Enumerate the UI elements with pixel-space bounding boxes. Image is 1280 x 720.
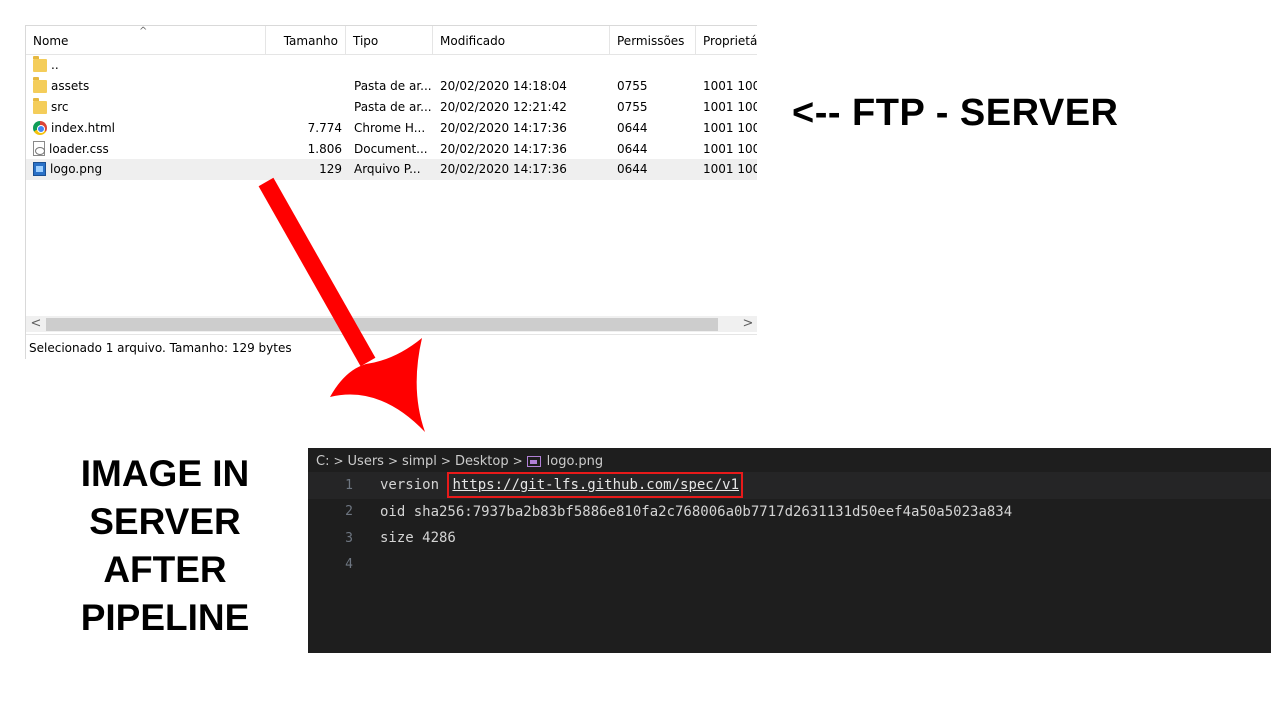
file-permissions: 0755 — [617, 79, 648, 94]
scrollbar-thumb[interactable] — [46, 318, 718, 331]
file-permissions: 0644 — [617, 162, 648, 177]
file-name: .. — [51, 58, 59, 73]
ftp-file-list-panel: Nome ^ Tamanho Tipo Modificado Permissõe… — [25, 25, 757, 359]
column-header-row: Nome ^ Tamanho Tipo Modificado Permissõe… — [26, 26, 757, 55]
folder-icon — [33, 56, 47, 73]
file-row[interactable]: logo.png 129 Arquivo P... 20/02/2020 14:17:… — [26, 158, 757, 180]
file-modified: 20/02/2020 14:17:36 — [440, 162, 567, 177]
css-file-icon — [33, 141, 45, 157]
file-size: 129 — [319, 162, 342, 177]
file-owner: 1001 1003 — [703, 99, 757, 114]
code-line: 3 size 4286 — [308, 525, 1271, 552]
highlighted-url-link[interactable]: https://git-lfs.github.com/spec/v1 — [447, 472, 744, 499]
breadcrumb-users[interactable]: Users — [348, 454, 384, 469]
file-type: Pasta de ar... — [354, 99, 432, 114]
file-size: 7.774 — [307, 120, 342, 135]
column-header-type[interactable]: Tipo — [346, 26, 433, 55]
file-name-cell: logo.png — [26, 162, 266, 177]
file-list: .. assets Pasta de ar... 20/02/2020 14:18:0… — [26, 55, 757, 180]
file-name: assets — [51, 79, 90, 94]
column-header-size[interactable]: Tamanho — [266, 26, 346, 55]
file-name-cell: src — [26, 97, 266, 114]
image-in-server-label: IMAGE IN SERVER AFTER PIPELINE — [80, 453, 250, 638]
horizontal-scrollbar[interactable]: < > — [26, 316, 757, 332]
file-row[interactable]: .. — [26, 55, 757, 76]
line-text: size 4286 — [380, 530, 456, 546]
file-name-cell: loader.css — [26, 141, 266, 157]
file-name: index.html — [51, 120, 115, 135]
line-number: 2 — [345, 504, 353, 520]
file-row[interactable]: assets Pasta de ar... 20/02/2020 14:18:04 0… — [26, 76, 757, 97]
chevron-right-icon: > — [387, 454, 398, 468]
file-modified: 20/02/2020 14:17:36 — [440, 141, 567, 156]
file-modified: 20/02/2020 12:21:42 — [440, 99, 567, 114]
code-line: 2 oid sha256:7937ba2b83bf5886e810fa2c7680… — [308, 499, 1271, 526]
png-file-icon — [33, 162, 46, 177]
file-name-cell: .. — [26, 56, 266, 73]
file-modified: 20/02/2020 14:18:04 — [440, 79, 567, 94]
file-row[interactable]: loader.css 1.806 Document... 20/02/2020 14:… — [26, 138, 757, 159]
file-permissions: 0644 — [617, 141, 648, 156]
code-text: size 4286 — [380, 530, 456, 547]
line-number: 3 — [345, 530, 353, 546]
file-size: 1.806 — [307, 141, 342, 156]
file-type: Pasta de ar... — [354, 79, 432, 94]
file-type: Chrome H... — [354, 120, 426, 135]
file-name: logo.png — [50, 162, 103, 177]
code-text: version — [380, 477, 448, 494]
scroll-right-icon[interactable]: > — [738, 316, 757, 332]
file-owner: 1001 1003 — [703, 79, 757, 94]
breadcrumb: C: > Users > simpl > Desktop > logo.png — [316, 451, 603, 471]
chevron-right-icon: > — [512, 454, 523, 468]
folder-icon — [33, 77, 47, 94]
chrome-icon — [33, 120, 47, 135]
folder-icon — [33, 97, 47, 114]
line-text: version https://git-lfs.github.com/spec/… — [380, 472, 744, 499]
file-name: loader.css — [49, 141, 109, 156]
file-name-cell: assets — [26, 77, 266, 94]
file-row[interactable]: src Pasta de ar... 20/02/2020 12:21:42 0755… — [26, 97, 757, 118]
code-editor-panel: C: > Users > simpl > Desktop > logo.png … — [308, 448, 1271, 653]
breadcrumb-user[interactable]: simpl — [402, 454, 437, 469]
code-line: 4 — [308, 552, 1271, 579]
file-type: Arquivo P... — [354, 162, 421, 177]
scroll-left-icon[interactable]: < — [26, 316, 46, 332]
breadcrumb-desktop[interactable]: Desktop — [455, 454, 509, 469]
code-area[interactable]: 1 version https://git-lfs.github.com/spec… — [308, 472, 1271, 578]
file-owner: 1001 1003 — [703, 141, 757, 156]
file-owner: 1001 1003 — [703, 162, 757, 177]
line-number: 1 — [345, 477, 353, 493]
file-modified: 20/02/2020 14:17:36 — [440, 120, 567, 135]
line-number: 4 — [345, 557, 353, 573]
chevron-right-icon: > — [440, 454, 451, 468]
column-header-name[interactable]: Nome ^ — [26, 26, 266, 55]
chevron-right-icon: > — [333, 454, 344, 468]
ftp-server-label: <-- FTP - SERVER — [792, 92, 1119, 134]
status-bar: Selecionado 1 arquivo. Tamanho: 129 byte… — [26, 334, 757, 359]
code-line: 1 version https://git-lfs.github.com/spec… — [308, 472, 1271, 499]
file-name: src — [51, 99, 69, 114]
column-header-permissions[interactable]: Permissões — [610, 26, 696, 55]
image-file-icon — [526, 455, 541, 467]
column-header-owner[interactable]: Proprietá — [696, 26, 757, 55]
column-header-modified[interactable]: Modificado — [433, 26, 610, 55]
file-permissions: 0644 — [617, 120, 648, 135]
breadcrumb-file[interactable]: logo.png — [547, 454, 603, 469]
file-type: Document... — [354, 141, 428, 156]
line-text: oid sha256:7937ba2b83bf5886e810fa2c76800… — [380, 504, 1012, 520]
file-permissions: 0755 — [617, 99, 648, 114]
file-owner: 1001 1003 — [703, 120, 757, 135]
code-text: oid sha256:7937ba2b83bf5886e810fa2c76800… — [380, 503, 1013, 520]
file-name-cell: index.html — [26, 120, 266, 135]
file-row[interactable]: index.html 7.774 Chrome H... 20/02/2020 14:… — [26, 117, 757, 138]
breadcrumb-drive[interactable]: C: — [316, 454, 329, 469]
sort-ascending-icon: ^ — [139, 26, 148, 37]
